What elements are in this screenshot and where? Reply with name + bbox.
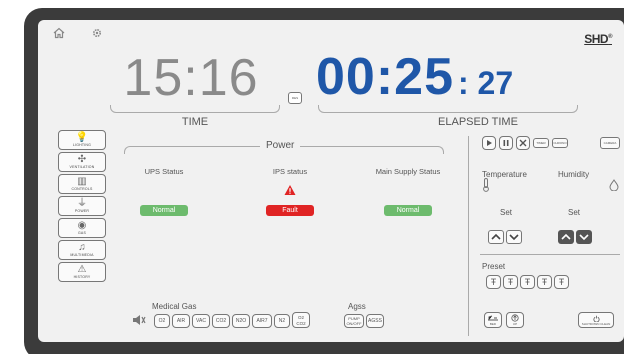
- ups-status-badge: Normal: [140, 205, 188, 216]
- medical-gas-label: Medical Gas: [152, 302, 197, 311]
- sidebar-item-power[interactable]: ⏚ POWER: [58, 196, 106, 216]
- sidebar-item-lighting[interactable]: 💡 LIGHTING: [58, 130, 106, 150]
- preset-button-3[interactable]: [520, 275, 535, 289]
- gas-mute-button[interactable]: [130, 312, 148, 328]
- humidity-set-label: Set: [568, 208, 581, 217]
- chevron-down-icon: [509, 234, 519, 241]
- power-title: Power: [260, 140, 301, 151]
- preset-button-4[interactable]: [537, 275, 552, 289]
- temperature-up-button[interactable]: [488, 230, 504, 244]
- preset-icon: [508, 278, 513, 285]
- plug-icon: ⏚: [77, 197, 87, 209]
- humidity-label: Humidity: [558, 170, 590, 179]
- elapsed-time-display: 00:25: 27: [316, 48, 576, 106]
- pause-icon: [503, 140, 509, 146]
- chevron-up-icon: [561, 233, 571, 240]
- history-icon: ⚠: [77, 263, 87, 275]
- preset-icon: [525, 278, 530, 285]
- elapsed-seconds: : 27: [458, 65, 514, 101]
- sidebar-item-controls[interactable]: ▥ CONTROLS: [58, 174, 106, 194]
- preset-button-1[interactable]: [486, 275, 501, 289]
- elapsed-time-label: ELAPSED TIME: [438, 116, 518, 128]
- preset-divider: [480, 254, 620, 255]
- brand-logo: SHD®: [584, 32, 612, 46]
- preset-icon: [542, 278, 547, 285]
- warning-icon: [284, 183, 296, 195]
- gas-o2-co2-button[interactable]: O2 CO2: [292, 312, 310, 328]
- fan-icon: ✣: [77, 153, 87, 165]
- sidebar: 💡 LIGHTING ✣ VENTILATION ▥ CONTROLS ⏚ PO…: [58, 130, 108, 284]
- gas-n2o-button[interactable]: N2O: [232, 314, 250, 328]
- preset-icon: [491, 278, 496, 285]
- preset-button-2[interactable]: [503, 275, 518, 289]
- bed-icon: [488, 315, 498, 321]
- sidebar-item-gas[interactable]: ◉ GAS: [58, 218, 106, 238]
- preset-label: Preset: [482, 262, 506, 271]
- home-icon[interactable]: [52, 26, 66, 40]
- chevron-down-icon: [579, 234, 589, 241]
- controls-icon: ▥: [77, 175, 87, 187]
- ips-status-badge: Fault: [266, 205, 314, 216]
- gas-n2-button[interactable]: N2: [274, 314, 290, 328]
- up-button[interactable]: UP: [506, 312, 524, 328]
- main-supply-status-label: Main Supply Status: [375, 167, 441, 176]
- chevron-up-icon: [491, 233, 501, 240]
- elapsed-underline: [318, 105, 578, 113]
- main-supply-status-badge: Normal: [384, 205, 432, 216]
- stop-button[interactable]: [516, 136, 530, 150]
- panel-divider: [468, 136, 469, 336]
- humidity-drop-icon: [608, 178, 620, 196]
- humidity-up-button[interactable]: [558, 230, 574, 244]
- gear-icon[interactable]: [90, 26, 104, 40]
- preset-icon: [559, 278, 564, 285]
- elapsed-minutes: 00:25: [316, 48, 454, 106]
- music-icon: ♫: [78, 241, 86, 253]
- time-display: 15:16: [123, 49, 259, 107]
- agss-button[interactable]: AGSS: [366, 314, 384, 328]
- control-panel-screen: SHD® 15:16 TIME RES 00:25: 27 ELAPSED TI…: [38, 20, 624, 342]
- up-arrow-icon: [511, 314, 519, 322]
- bed-button[interactable]: BED: [484, 312, 502, 328]
- pause-button[interactable]: [499, 136, 513, 150]
- gas-icon: ◉: [77, 219, 87, 231]
- gas-o2-button[interactable]: O2: [154, 314, 170, 328]
- gas-co2-button[interactable]: CO2: [212, 314, 230, 328]
- thermometer-icon: [482, 178, 490, 197]
- ips-status-label: IPS status: [272, 167, 308, 176]
- stop-icon: [519, 139, 527, 147]
- gas-air7-button[interactable]: AIR7: [252, 314, 272, 328]
- reset-elapsed-button[interactable]: RES: [288, 92, 302, 104]
- temperature-set-label: Set: [500, 208, 513, 217]
- timer-button[interactable]: TIMER: [533, 138, 549, 148]
- camera-button[interactable]: CAMERA: [600, 137, 620, 149]
- gas-air-button[interactable]: AIR: [172, 314, 190, 328]
- agss-label: Agss: [348, 302, 366, 311]
- temperature-down-button[interactable]: [506, 230, 522, 244]
- preset-button-5[interactable]: [554, 275, 569, 289]
- time-underline: [110, 105, 280, 113]
- ups-status-label: UPS Status: [144, 167, 184, 176]
- agss-pump-button[interactable]: PUMP ON/OFF: [344, 314, 364, 328]
- sidebar-item-ventilation[interactable]: ✣ VENTILATION: [58, 152, 106, 172]
- chrono-button[interactable]: CHRONO: [552, 138, 568, 148]
- sidebar-item-history[interactable]: ⚠ HISTORY: [58, 262, 106, 282]
- play-icon: [487, 140, 492, 146]
- power-icon: [592, 315, 600, 322]
- lightbulb-icon: 💡: [75, 131, 89, 143]
- sidebar-item-multimedia[interactable]: ♫ MULTIMEDIA: [58, 240, 106, 260]
- time-label: TIME: [181, 116, 209, 128]
- gas-vac-button[interactable]: VAC: [192, 314, 210, 328]
- speaker-mute-icon: [133, 315, 146, 325]
- humidity-down-button[interactable]: [576, 230, 592, 244]
- shutdown-button[interactable]: SHUTDOWN CLEAN: [578, 312, 614, 328]
- play-button[interactable]: [482, 136, 496, 150]
